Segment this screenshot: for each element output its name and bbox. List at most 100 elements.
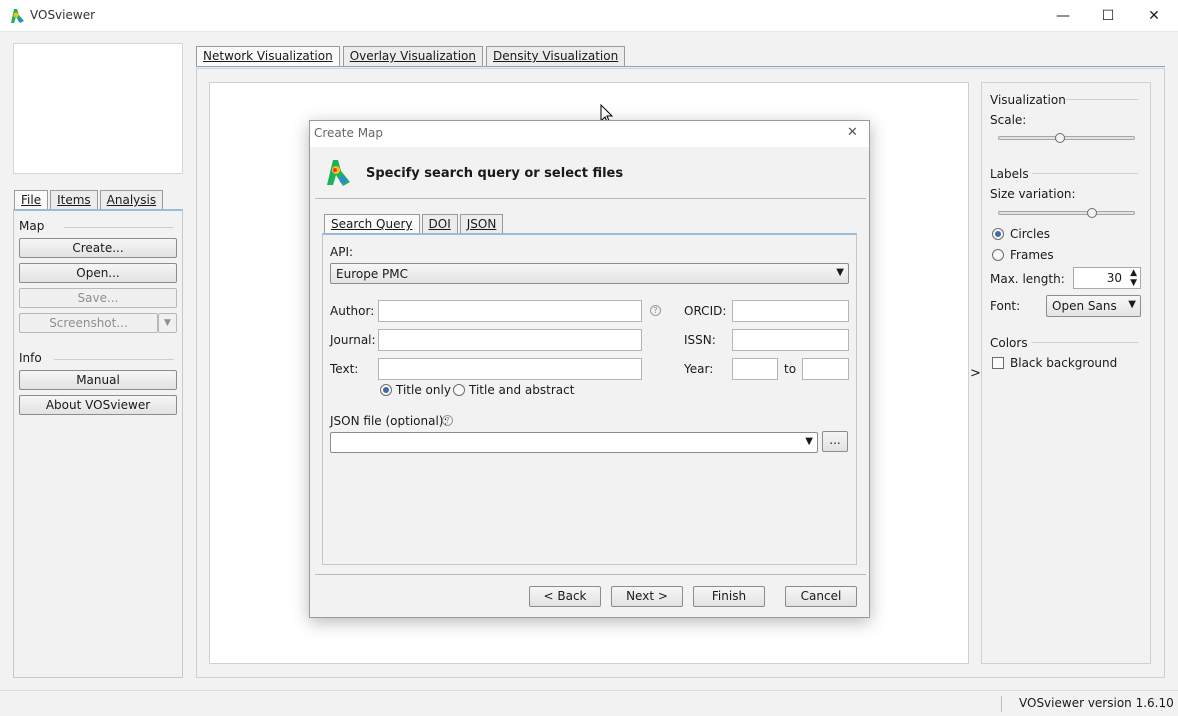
finish-button[interactable]: Finish <box>693 586 765 607</box>
title-bar: VOSviewer — ☐ ✕ <box>0 0 1178 32</box>
open-button[interactable]: Open... <box>19 263 177 283</box>
tab-network-visualization[interactable]: Network Visualization <box>196 46 340 67</box>
map-divider <box>64 227 174 228</box>
year-to-label: to <box>784 362 797 376</box>
chevron-down-icon: ▼ <box>805 436 813 447</box>
heading-divider <box>315 198 866 199</box>
black-background-label: Black background <box>1010 356 1118 370</box>
version-text: VOSviewer version 1.6.10 <box>1019 696 1174 710</box>
font-select-value: Open Sans <box>1052 299 1117 313</box>
json-file-label: JSON file (optional): <box>330 414 448 428</box>
json-file-select[interactable]: ▼ <box>330 432 818 453</box>
labels-divider <box>1032 173 1138 174</box>
circles-label: Circles <box>1010 227 1050 241</box>
dialog-heading: Specify search query or select files <box>366 166 624 181</box>
scale-slider-track[interactable] <box>998 136 1135 140</box>
scale-label: Scale: <box>990 113 1027 127</box>
title-only-option[interactable]: Title only <box>380 383 451 397</box>
visualization-tabs: Network Visualization Overlay Visualizat… <box>196 46 626 67</box>
issn-field[interactable] <box>732 329 849 351</box>
tab-density-visualization[interactable]: Density Visualization <box>485 46 626 67</box>
spinner-arrows-icon[interactable]: ▲ ▼ <box>1130 268 1137 288</box>
dialog-title: Create Map <box>314 126 384 140</box>
colors-divider <box>1032 342 1138 343</box>
help-icon[interactable]: ? <box>442 415 453 426</box>
dialog-title-bar: Create Map ✕ <box>310 121 869 147</box>
size-variation-label: Size variation: <box>990 187 1076 201</box>
tab-doi[interactable]: DOI <box>421 214 458 234</box>
year-to-field[interactable] <box>802 358 849 380</box>
options-panel: Visualization Scale: Labels Size variati… <box>981 82 1151 664</box>
overview-preview <box>13 43 183 174</box>
text-field[interactable] <box>378 358 642 380</box>
info-section-label: Info <box>19 351 42 365</box>
about-button[interactable]: About VOSviewer <box>19 395 177 415</box>
back-button[interactable]: < Back <box>529 586 601 607</box>
save-button[interactable]: Save... <box>19 288 177 308</box>
api-select-value: Europe PMC <box>336 267 408 281</box>
text-label: Text: <box>330 362 359 376</box>
orcid-field[interactable] <box>732 300 849 322</box>
issn-label: ISSN: <box>684 333 716 347</box>
max-length-value: 30 <box>1106 271 1122 285</box>
title-only-radio[interactable] <box>380 384 392 396</box>
title-abstract-label: Title and abstract <box>469 383 575 397</box>
colors-section-label: Colors <box>990 336 1028 350</box>
create-button[interactable]: Create... <box>19 238 177 258</box>
info-divider <box>54 359 174 360</box>
file-panel: Map Create... Open... Save... Screenshot… <box>13 209 183 678</box>
title-abstract-option[interactable]: Title and abstract <box>453 383 574 397</box>
black-background-checkbox[interactable] <box>992 357 1004 369</box>
author-label: Author: <box>330 304 375 318</box>
maximize-button[interactable]: ☐ <box>1085 0 1131 32</box>
journal-field[interactable] <box>378 329 642 351</box>
frames-option[interactable]: Frames <box>992 248 1054 262</box>
next-button[interactable]: Next > <box>611 586 683 607</box>
map-section-label: Map <box>19 219 45 233</box>
dialog-tabs: Search Query DOI JSON <box>324 214 504 234</box>
browse-button[interactable]: ... <box>822 431 848 452</box>
panel-toggle-arrow[interactable]: > <box>970 366 981 381</box>
tab-analysis[interactable]: Analysis <box>99 190 164 210</box>
status-separator <box>1001 696 1002 712</box>
labels-section-label: Labels <box>990 167 1029 181</box>
create-map-dialog: Create Map ✕ Specify search query or sel… <box>309 120 870 618</box>
title-abstract-radio[interactable] <box>453 384 465 396</box>
circles-option[interactable]: Circles <box>992 227 1050 241</box>
api-select[interactable]: Europe PMC ▼ <box>330 263 849 284</box>
chevron-down-icon: ▼ <box>1128 299 1136 310</box>
author-field[interactable] <box>378 300 642 322</box>
chevron-down-icon: ▼ <box>836 267 844 278</box>
circles-radio[interactable] <box>992 228 1004 240</box>
close-window-button[interactable]: ✕ <box>1131 0 1177 32</box>
tab-items[interactable]: Items <box>50 190 98 210</box>
footer-divider <box>315 574 866 575</box>
screenshot-button[interactable]: Screenshot... <box>19 313 158 333</box>
max-length-spinner[interactable]: 30 ▲ ▼ <box>1073 267 1141 289</box>
year-label: Year: <box>684 362 714 376</box>
status-bar: VOSviewer version 1.6.10 ⋰ <box>0 690 1178 716</box>
font-label: Font: <box>990 299 1021 313</box>
size-variation-slider-knob[interactable] <box>1086 208 1097 218</box>
font-select[interactable]: Open Sans ▼ <box>1046 295 1141 317</box>
tab-file[interactable]: File <box>14 190 49 210</box>
screenshot-dropdown-icon[interactable]: ▼ <box>158 313 177 333</box>
manual-button[interactable]: Manual <box>19 370 177 390</box>
help-icon[interactable]: ? <box>650 305 661 316</box>
vosviewer-logo-icon <box>327 160 350 186</box>
scale-slider-knob[interactable] <box>1055 133 1066 143</box>
year-from-field[interactable] <box>732 358 778 380</box>
tab-search-query[interactable]: Search Query <box>324 214 420 234</box>
frames-label: Frames <box>1010 248 1054 262</box>
frames-radio[interactable] <box>992 249 1004 261</box>
dialog-close-button[interactable]: ✕ <box>847 125 858 140</box>
minimize-button[interactable]: — <box>1040 0 1086 32</box>
tab-json[interactable]: JSON <box>459 214 504 234</box>
resize-grip-icon[interactable]: ⋰ <box>1160 703 1168 712</box>
tab-overlay-visualization[interactable]: Overlay Visualization <box>342 46 483 67</box>
size-variation-slider-track[interactable] <box>998 211 1135 215</box>
cancel-button[interactable]: Cancel <box>785 586 857 607</box>
left-panel-tabs: File Items Analysis <box>14 190 164 210</box>
black-background-option[interactable]: Black background <box>992 356 1117 370</box>
max-length-label: Max. length: <box>990 272 1065 286</box>
